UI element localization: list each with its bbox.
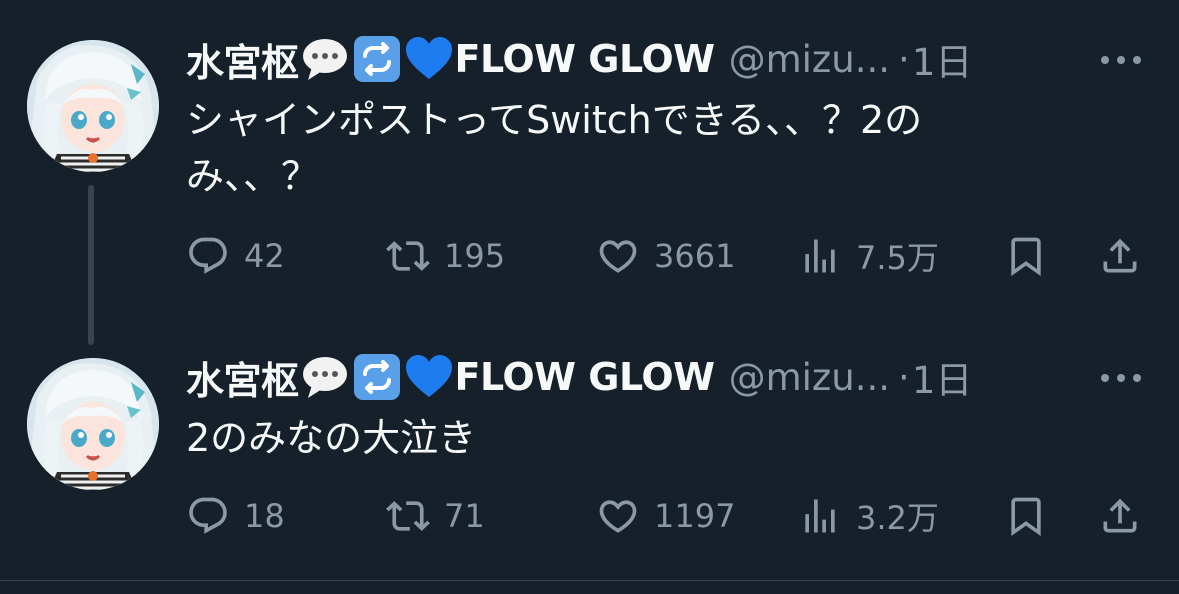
share-icon: [1098, 494, 1142, 538]
thread-connector-line: [88, 185, 94, 345]
tweet-text-line: 2のみなの大泣き: [186, 416, 477, 460]
separator-dot: ·: [898, 355, 910, 399]
speech-balloon-emoji: [300, 34, 350, 84]
tweet-text: 2のみなの大泣き: [186, 410, 1056, 466]
share-icon: [1098, 234, 1142, 278]
speech-balloon-emoji: [300, 352, 350, 402]
heart-icon: [596, 494, 640, 538]
author-handle[interactable]: @mizu...: [729, 356, 890, 399]
repost-icon: [386, 234, 430, 278]
more-options-icon[interactable]: [1099, 50, 1143, 70]
bar-chart-icon: [798, 234, 842, 278]
repost-button[interactable]: 195: [386, 231, 505, 281]
heart-icon: [596, 234, 640, 278]
avatar[interactable]: [27, 358, 159, 490]
like-count: 3661: [654, 237, 736, 275]
reply-button[interactable]: 42: [186, 231, 285, 281]
tweet[interactable]: 水宮枢 FLOW GLOW @mizu... · 1日 2のみなの大泣き 18 …: [0, 340, 1179, 580]
tweet-text-line: み、、？: [186, 154, 320, 198]
avatar[interactable]: [27, 40, 159, 172]
action-bar: 18 71 1197 3.2万: [186, 491, 1156, 541]
timestamp[interactable]: 1日: [912, 350, 973, 404]
blue-heart-emoji: [404, 34, 454, 84]
bookmark-icon: [1004, 234, 1048, 278]
author-name[interactable]: 水宮枢: [186, 350, 299, 405]
repost-icon: [386, 494, 430, 538]
author-handle[interactable]: @mizu...: [729, 38, 890, 81]
reply-button[interactable]: 18: [186, 491, 285, 541]
reply-count: 42: [244, 237, 285, 275]
repeat-button-emoji: [352, 34, 402, 84]
views-button[interactable]: 7.5万: [798, 231, 939, 281]
tweet-divider: [0, 580, 1179, 581]
separator-dot: ·: [898, 37, 910, 81]
bookmark-button[interactable]: [1004, 491, 1048, 541]
tweet-header: 水宮枢 FLOW GLOW @mizu... · 1日: [186, 34, 972, 85]
tweet-text-line: シャインポストってSwitchできる、、？2の: [186, 98, 923, 142]
repeat-button-emoji: [352, 352, 402, 402]
like-button[interactable]: 1197: [596, 491, 735, 541]
repost-button[interactable]: 71: [386, 491, 485, 541]
view-count: 3.2万: [856, 499, 939, 537]
author-name-suffix[interactable]: FLOW GLOW: [455, 355, 716, 399]
tweet[interactable]: 水宮枢 FLOW GLOW @mizu... · 1日 シャインポストってSwi…: [0, 0, 1179, 345]
like-button[interactable]: 3661: [596, 231, 735, 281]
reply-icon: [186, 494, 230, 538]
bookmark-button[interactable]: [1004, 231, 1048, 281]
reply-icon: [186, 234, 230, 278]
author-name-suffix[interactable]: FLOW GLOW: [455, 37, 716, 81]
tweet-header: 水宮枢 FLOW GLOW @mizu... · 1日: [186, 352, 972, 403]
action-bar: 42 195 3661 7.5万: [186, 231, 1156, 281]
share-button[interactable]: [1098, 491, 1142, 541]
author-name[interactable]: 水宮枢: [186, 32, 299, 87]
views-button[interactable]: 3.2万: [798, 491, 939, 541]
tweet-text: シャインポストってSwitchできる、、？2の み、、？: [186, 92, 1056, 204]
share-button[interactable]: [1098, 231, 1142, 281]
reply-count: 18: [244, 497, 285, 535]
repost-count: 195: [444, 237, 506, 275]
blue-heart-emoji: [404, 352, 454, 402]
timestamp[interactable]: 1日: [912, 32, 973, 86]
more-options-icon[interactable]: [1099, 368, 1143, 388]
view-count: 7.5万: [856, 239, 939, 277]
bar-chart-icon: [798, 494, 842, 538]
repost-count: 71: [444, 497, 485, 535]
bookmark-icon: [1004, 494, 1048, 538]
like-count: 1197: [654, 497, 736, 535]
